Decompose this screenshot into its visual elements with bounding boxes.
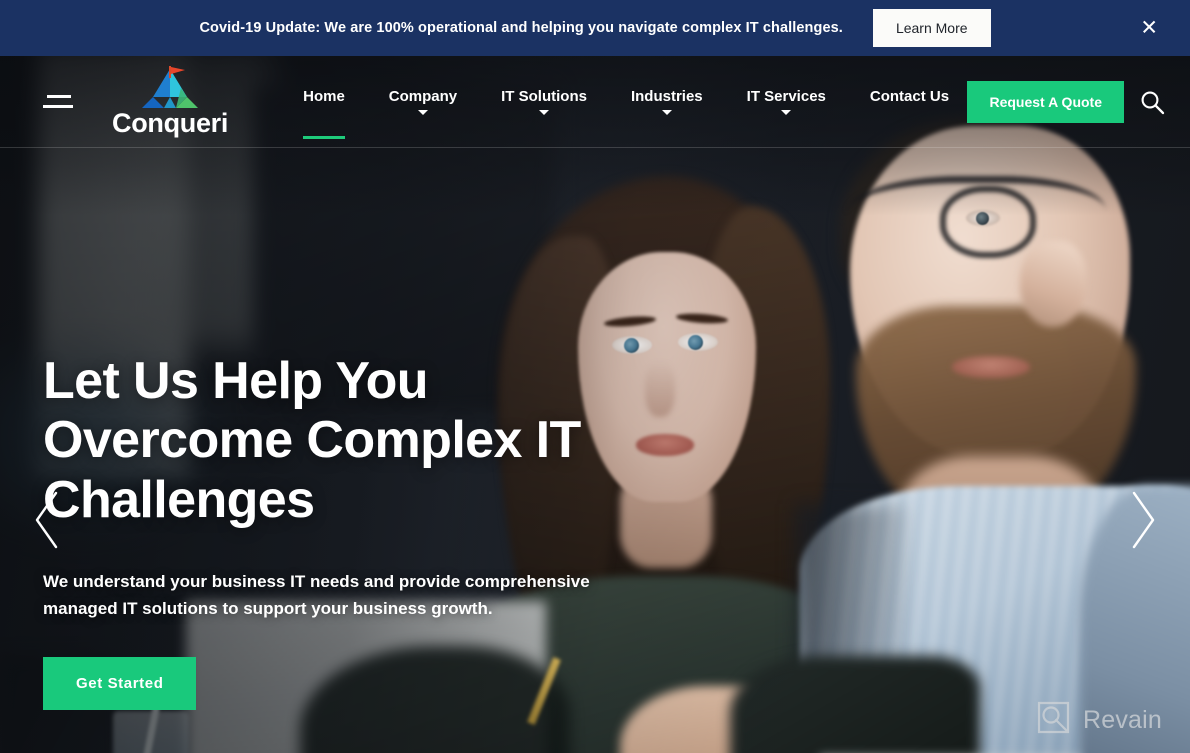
search-icon[interactable] <box>1139 89 1165 115</box>
nav-item-contact-us[interactable]: Contact Us <box>848 89 971 104</box>
learn-more-button[interactable]: Learn More <box>872 9 991 47</box>
notification-message: Covid-19 Update: We are 100% operational… <box>199 20 843 36</box>
nav-label-company: Company <box>388 87 458 105</box>
revain-watermark: Revain <box>1037 701 1162 739</box>
chevron-left-icon[interactable] <box>30 489 64 551</box>
hero-subtitle-line-1: We understand your business IT needs and… <box>43 571 590 591</box>
nav-label-it-solutions: IT Solutions <box>501 87 587 105</box>
nav-item-company[interactable]: Company <box>367 89 479 115</box>
covid-notification-bar: Covid-19 Update: We are 100% operational… <box>0 0 1190 56</box>
close-icon[interactable]: ✕ <box>1140 17 1158 39</box>
hero-title-line-3: Challenges <box>43 470 315 529</box>
hamburger-line-2 <box>43 105 73 108</box>
hero-content: Let Us Help You Overcome Complex IT Chal… <box>43 352 683 710</box>
hero-title: Let Us Help You Overcome Complex IT Chal… <box>43 352 683 530</box>
nav-label-it-services: IT Services <box>746 87 826 105</box>
mountain-peak-icon <box>136 66 204 108</box>
hero-subtitle: We understand your business IT needs and… <box>43 568 603 623</box>
chevron-right-icon[interactable] <box>1126 489 1160 551</box>
get-started-button[interactable]: Get Started <box>43 656 197 710</box>
chevron-down-icon <box>417 109 428 115</box>
main-navigation: Home Company IT Solutions Industries IT … <box>281 87 971 139</box>
revain-watermark-text: Revain <box>1082 705 1162 734</box>
site-header: Conqueri Home Company IT Solutions Indus… <box>0 56 1190 148</box>
hero-title-line-2: Overcome Complex IT <box>43 411 581 470</box>
nav-label-home: Home <box>303 87 345 105</box>
nav-label-contact-us: Contact Us <box>869 87 950 105</box>
chevron-down-icon <box>661 109 672 115</box>
nav-item-it-services[interactable]: IT Services <box>725 89 848 115</box>
chevron-down-icon <box>539 109 550 115</box>
nav-label-industries: Industries <box>630 87 703 105</box>
nav-item-it-solutions[interactable]: IT Solutions <box>479 89 609 115</box>
revain-logo-icon <box>1037 701 1070 739</box>
nav-item-industries[interactable]: Industries <box>609 89 725 115</box>
hamburger-line-1 <box>47 95 71 98</box>
site-logo[interactable]: Conqueri <box>112 66 228 137</box>
hamburger-icon[interactable] <box>43 92 73 112</box>
request-a-quote-button[interactable]: Request A Quote <box>967 80 1124 123</box>
hero-subtitle-line-2: managed IT solutions to support your bus… <box>43 599 493 619</box>
nav-item-home[interactable]: Home <box>281 87 367 139</box>
hero-title-line-1: Let Us Help You <box>43 352 429 410</box>
logo-text: Conqueri <box>112 108 229 138</box>
hero-banner: Let Us Help You Overcome Complex IT Chal… <box>0 56 1190 753</box>
chevron-down-icon <box>781 109 792 115</box>
